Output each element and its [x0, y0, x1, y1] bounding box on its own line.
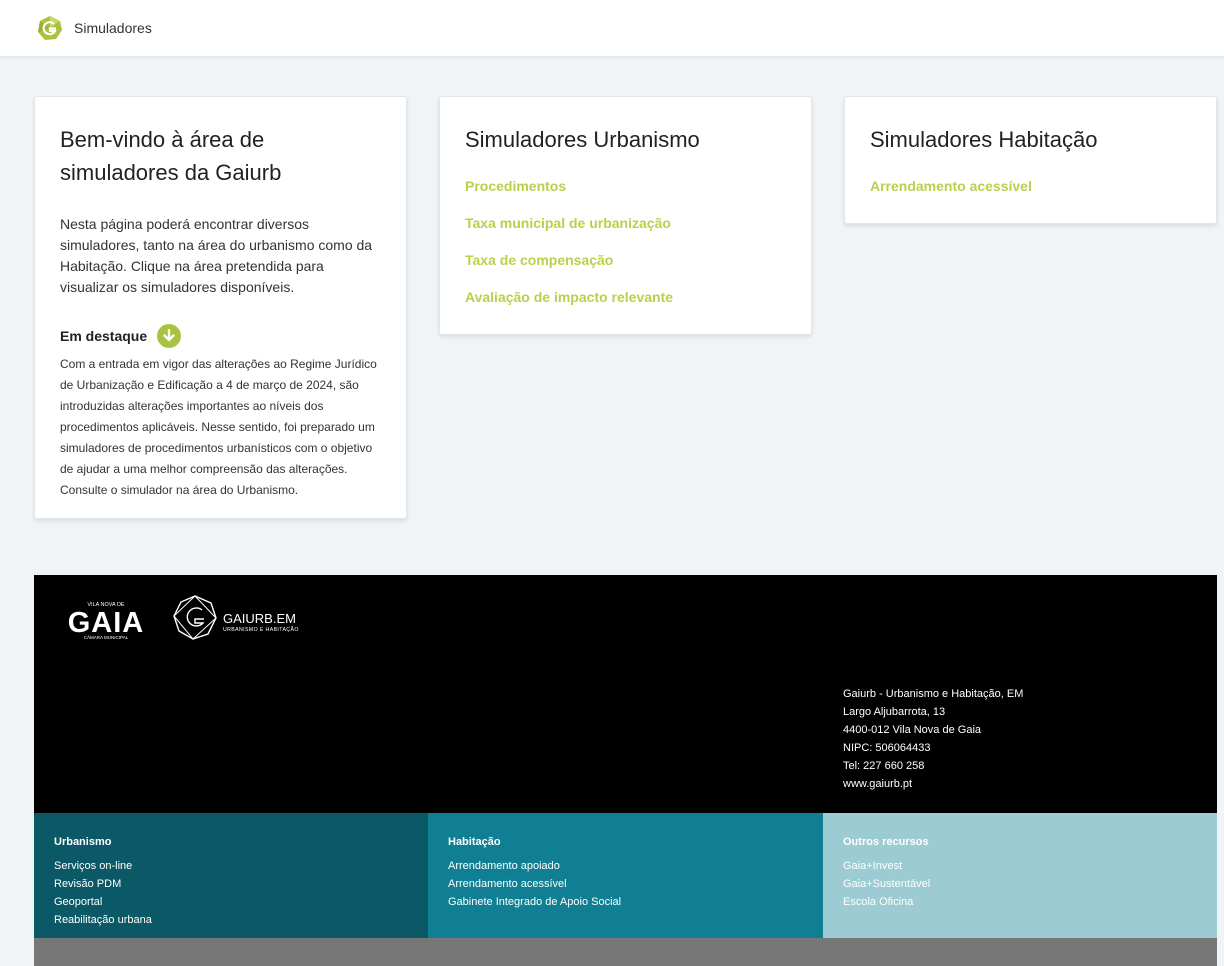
gaia-logo[interactable]: VILA NOVA DE GAIA CÂMARA MUNICIPAL	[56, 599, 156, 641]
highlight-text: Com a entrada em vigor das alterações ao…	[60, 357, 377, 497]
link-taxa-compensacao[interactable]: Taxa de compensação	[465, 250, 787, 270]
footer-column-urbanismo: Urbanismo Serviços on-line Revisão PDM G…	[34, 813, 428, 938]
footer-link-reabilitacao-urbana[interactable]: Reabilitação urbana	[54, 911, 408, 929]
footer-bottom-bar	[34, 938, 1217, 966]
link-taxa-municipal-urbanizacao[interactable]: Taxa municipal de urbanização	[465, 213, 787, 233]
footer-column-title: Urbanismo	[54, 836, 112, 848]
arrow-down-circle-icon	[157, 324, 182, 348]
link-arrendamento-acessivel[interactable]: Arrendamento acessível	[870, 176, 1192, 196]
link-avaliacao-impacto-relevante[interactable]: Avaliação de impacto relevante	[465, 287, 787, 307]
highlight-header: Em destaque	[60, 324, 382, 348]
footer-info: VILA NOVA DE GAIA CÂMARA MUNICIPAL GAIUR…	[34, 575, 1217, 813]
gaiurb-logo[interactable]: GAIURB.EM URBANISMO E HABITAÇÃO	[173, 594, 313, 642]
welcome-intro: Nesta página poderá encontrar diversos s…	[60, 216, 373, 295]
footer-column-habitacao: Habitação Arrendamento apoiado Arrendame…	[428, 813, 823, 938]
urbanismo-card: Simuladores Urbanismo Procedimentos Taxa…	[439, 96, 812, 335]
company-phone: Tel: 227 660 258	[843, 760, 925, 772]
footer-column-title: Habitação	[448, 836, 501, 848]
address-street: Largo Aljubarrota, 13	[843, 706, 946, 718]
footer-link-geoportal[interactable]: Geoportal	[54, 893, 408, 911]
welcome-card: Bem-vindo à área de simuladores da Gaiur…	[34, 96, 407, 519]
app-title[interactable]: Simuladores	[74, 20, 152, 36]
link-procedimentos[interactable]: Procedimentos	[465, 176, 787, 196]
footer-link-servicos-online[interactable]: Serviços on-line	[54, 857, 408, 875]
highlight-title: Em destaque	[60, 328, 148, 344]
habitacao-links: Arrendamento acessível	[870, 176, 1192, 196]
svg-text:URBANISMO E HABITAÇÃO: URBANISMO E HABITAÇÃO	[223, 626, 299, 633]
urbanismo-links: Procedimentos Taxa municipal de urbaniza…	[465, 176, 787, 307]
company-nipc: NIPC: 506064433	[843, 742, 931, 754]
company-website[interactable]: www.gaiurb.pt	[843, 775, 1023, 793]
footer-link-revisao-pdm[interactable]: Revisão PDM	[54, 875, 408, 893]
footer-column-title: Outros recursos	[843, 836, 929, 848]
habitacao-title: Simuladores Habitação	[870, 127, 1098, 152]
welcome-title: Bem-vindo à área de simuladores da Gaiur…	[60, 127, 282, 185]
svg-text:CÂMARA MUNICIPAL: CÂMARA MUNICIPAL	[84, 634, 129, 640]
footer-link-gaia-sustentavel[interactable]: Gaia+Sustentável	[843, 875, 1197, 893]
habitacao-card: Simuladores Habitação Arrendamento acess…	[844, 96, 1217, 224]
company-name: Gaiurb - Urbanismo e Habitação, EM	[843, 688, 1024, 700]
footer-link-arrendamento-apoiado[interactable]: Arrendamento apoiado	[448, 857, 803, 875]
footer-column-outros-recursos: Outros recursos Gaia+Invest Gaia+Sustent…	[823, 813, 1217, 938]
footer-link-arrendamento-acessivel[interactable]: Arrendamento acessível	[448, 875, 803, 893]
top-navbar: Simuladores	[0, 0, 1224, 57]
urbanismo-title: Simuladores Urbanismo	[465, 127, 700, 152]
address-postal: 4400-012 Vila Nova de Gaia	[843, 724, 982, 736]
company-address: Gaiurb - Urbanismo e Habitação, EM Largo…	[843, 685, 1023, 793]
svg-text:GAIURB.EM: GAIURB.EM	[223, 611, 296, 626]
footer-link-escola-oficina[interactable]: Escola Oficina	[843, 893, 1197, 911]
footer-link-gaia-invest[interactable]: Gaia+Invest	[843, 857, 1197, 875]
gaiurb-logo-icon[interactable]	[37, 15, 63, 41]
footer-link-gabinete-apoio-social[interactable]: Gabinete Integrado de Apoio Social	[448, 893, 803, 911]
